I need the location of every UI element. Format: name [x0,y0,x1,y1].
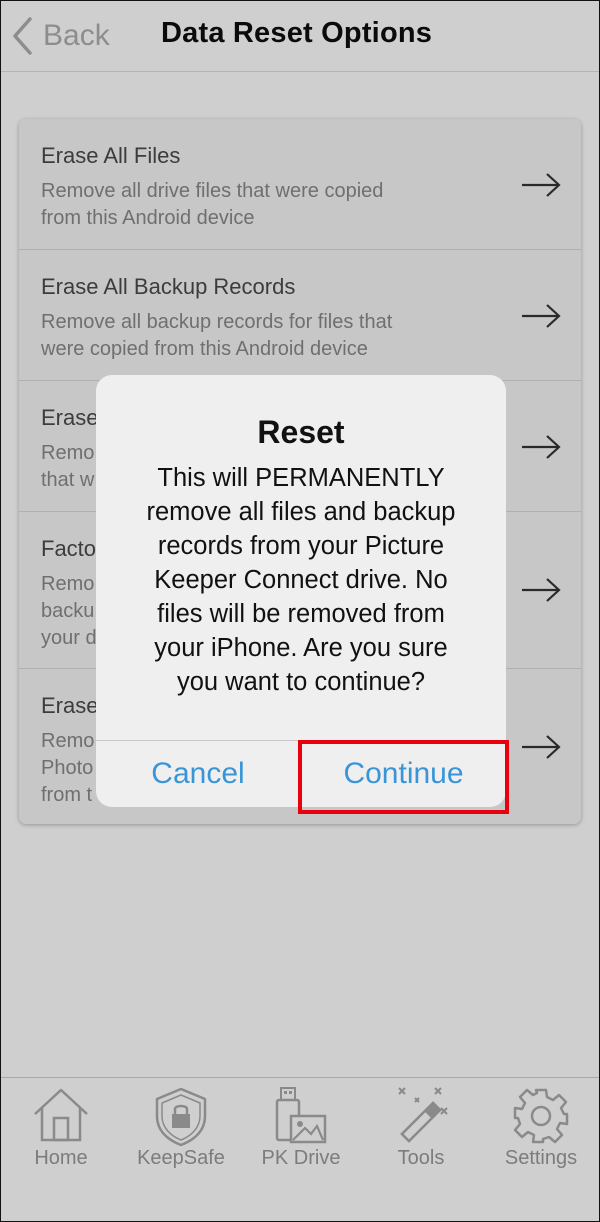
nav-header: Back Data Reset Options [1,1,599,72]
option-description-line: from this Android device [41,207,255,229]
dialog-message-line: Keeper Connect drive. No [154,566,448,594]
option-title: Erase [41,693,99,718]
tab-label: Tools [397,1147,445,1169]
option-description-line: were copied from this Android device [41,338,368,360]
option-title: Facto [41,536,97,561]
arrow-right-icon [522,173,561,197]
tab-home[interactable]: Home [1,1078,121,1221]
dialog-message: This will PERMANENTLY remove all files a… [110,461,492,699]
tab-label: Home [34,1147,88,1169]
screen: Back Data Reset Options Erase All Files … [0,0,600,1222]
option-description-line: Remove all backup records for files that [41,311,393,333]
drive-icon [275,1087,327,1144]
arrow-right-icon [522,578,561,602]
chevron-left-icon [13,17,32,55]
option-description: Remove all drive files that were copied … [41,178,511,232]
option-title: Erase All Files [41,143,181,168]
back-button[interactable]: Back [11,13,110,59]
tab-pk-drive[interactable]: PK Drive [241,1078,361,1221]
tab-label: Settings [504,1147,578,1169]
arrow-right-icon [522,435,561,459]
dialog-message-line: records from your Picture [157,532,445,560]
shield-lock-icon [155,1087,207,1147]
continue-highlight-box [298,740,509,814]
tab-keepsafe[interactable]: KeepSafe [121,1078,241,1221]
option-description: Remove all backup records for files that… [41,309,511,363]
arrow-right-icon [522,735,561,759]
arrow-right-icon [522,304,561,328]
dialog-message-line: you want to continue? [176,668,426,696]
dialog-message-line: your iPhone. Are you sure [154,634,448,662]
dialog-title: Reset [257,414,345,450]
tab-bar: Home KeepSafe PK Drive Tools Settings [1,1077,599,1221]
option-title: Erase [41,405,99,430]
option-erase-all-files[interactable]: Erase All Files Remove all drive files t… [19,119,581,250]
option-title: Erase All Backup Records [41,274,296,299]
magic-wand-icon [398,1087,448,1143]
dialog-message-line: remove all files and backup [146,498,456,526]
option-description-line: Remove all drive files that were copied [41,180,384,202]
dialog-message-line: files will be removed from [157,600,445,628]
tab-label: KeepSafe [137,1147,225,1169]
back-label: Back [43,19,110,52]
page-title: Data Reset Options [161,17,433,49]
tab-settings[interactable]: Settings [481,1078,599,1221]
tab-label: PK Drive [261,1147,341,1169]
dialog-message-line: This will PERMANENTLY [157,464,445,492]
gear-icon [513,1088,569,1144]
tab-tools[interactable]: Tools [361,1078,481,1221]
cancel-button[interactable]: Cancel [96,741,300,807]
home-icon [34,1088,88,1142]
option-erase-backup-records[interactable]: Erase All Backup Records Remove all back… [19,250,581,381]
